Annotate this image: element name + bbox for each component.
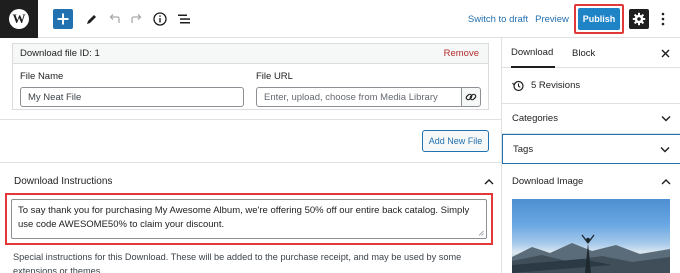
add-new-file-button[interactable]: Add New File	[422, 130, 489, 152]
settings-gear-icon	[632, 12, 646, 26]
divider	[0, 119, 502, 120]
file-url-input[interactable]: Enter, upload, choose from Media Library	[256, 87, 462, 107]
settings-sidebar: Download Block 5 Revisions Categories Ta…	[501, 38, 680, 273]
download-image-label: Download Image	[512, 175, 584, 187]
preview-button[interactable]: Preview	[535, 8, 569, 30]
tags-label: Tags	[513, 143, 534, 155]
wordpress-logo-icon: W	[9, 9, 29, 29]
download-image-panel-header[interactable]: Download Image	[502, 166, 680, 196]
download-file-id: Download file ID: 1	[20, 48, 100, 59]
redo-button[interactable]	[128, 8, 144, 30]
switch-to-draft-button[interactable]: Switch to draft	[466, 8, 530, 30]
redo-icon	[130, 14, 141, 23]
editor-content: Download file ID: 1 Remove File Name My …	[0, 38, 502, 273]
tab-download[interactable]: Download	[511, 38, 555, 68]
tools-button[interactable]	[82, 8, 100, 30]
revisions-clock-icon	[512, 80, 524, 91]
chain-link-icon	[465, 93, 477, 101]
list-view-icon	[177, 14, 190, 24]
chevron-up-icon	[661, 178, 671, 184]
download-instructions-textarea[interactable]: To say thank you for purchasing My Aweso…	[11, 199, 487, 239]
tags-panel-header[interactable]: Tags	[502, 134, 680, 164]
resize-handle-icon[interactable]	[478, 230, 484, 236]
choose-file-button[interactable]	[461, 87, 481, 107]
list-view-button[interactable]	[175, 8, 192, 30]
add-block-icon	[57, 13, 69, 25]
file-name-input[interactable]: My Neat File	[20, 87, 244, 107]
download-image-thumbnail[interactable]	[512, 199, 670, 273]
chevron-up-icon[interactable]	[484, 178, 494, 185]
instructions-highlight: To say thank you for purchasing My Aweso…	[5, 193, 493, 245]
download-instructions-title: Download Instructions	[14, 176, 113, 187]
tab-block[interactable]: Block	[572, 38, 602, 68]
sidebar-tabs: Download Block	[502, 38, 680, 68]
add-block-button[interactable]	[53, 9, 73, 29]
categories-label: Categories	[512, 113, 558, 124]
details-button[interactable]	[151, 8, 168, 30]
publish-button[interactable]: Publish	[578, 8, 620, 30]
file-url-label: File URL	[256, 71, 293, 82]
instructions-help-text: Special instructions for this Download. …	[13, 252, 462, 273]
categories-panel-header[interactable]: Categories	[502, 104, 680, 134]
close-sidebar-button[interactable]	[659, 38, 671, 68]
wordpress-logo-button[interactable]: W	[0, 0, 38, 38]
more-options-icon	[661, 12, 665, 26]
undo-icon	[109, 14, 120, 23]
editor-toolbar: W Switch to draft Preview Publish	[0, 0, 680, 38]
pen-tool-icon	[86, 14, 96, 24]
options-button[interactable]	[656, 8, 670, 30]
divider	[0, 162, 502, 163]
revisions-label: 5 Revisions	[531, 80, 581, 91]
mountain-photo-image	[512, 234, 670, 273]
instructions-text: To say thank you for purchasing My Aweso…	[18, 205, 470, 230]
undo-button[interactable]	[106, 8, 122, 30]
close-icon	[661, 49, 669, 57]
settings-button[interactable]	[629, 9, 649, 29]
chevron-down-icon	[661, 116, 671, 122]
info-icon	[152, 12, 167, 26]
publish-highlight: Publish	[574, 4, 624, 34]
download-file-box: Download file ID: 1 Remove File Name My …	[12, 43, 489, 110]
download-file-header: Download file ID: 1 Remove	[13, 44, 488, 64]
file-name-label: File Name	[20, 71, 64, 82]
revisions-row[interactable]: 5 Revisions	[502, 68, 680, 104]
remove-file-link[interactable]: Remove	[444, 48, 479, 59]
chevron-down-icon	[660, 146, 670, 152]
